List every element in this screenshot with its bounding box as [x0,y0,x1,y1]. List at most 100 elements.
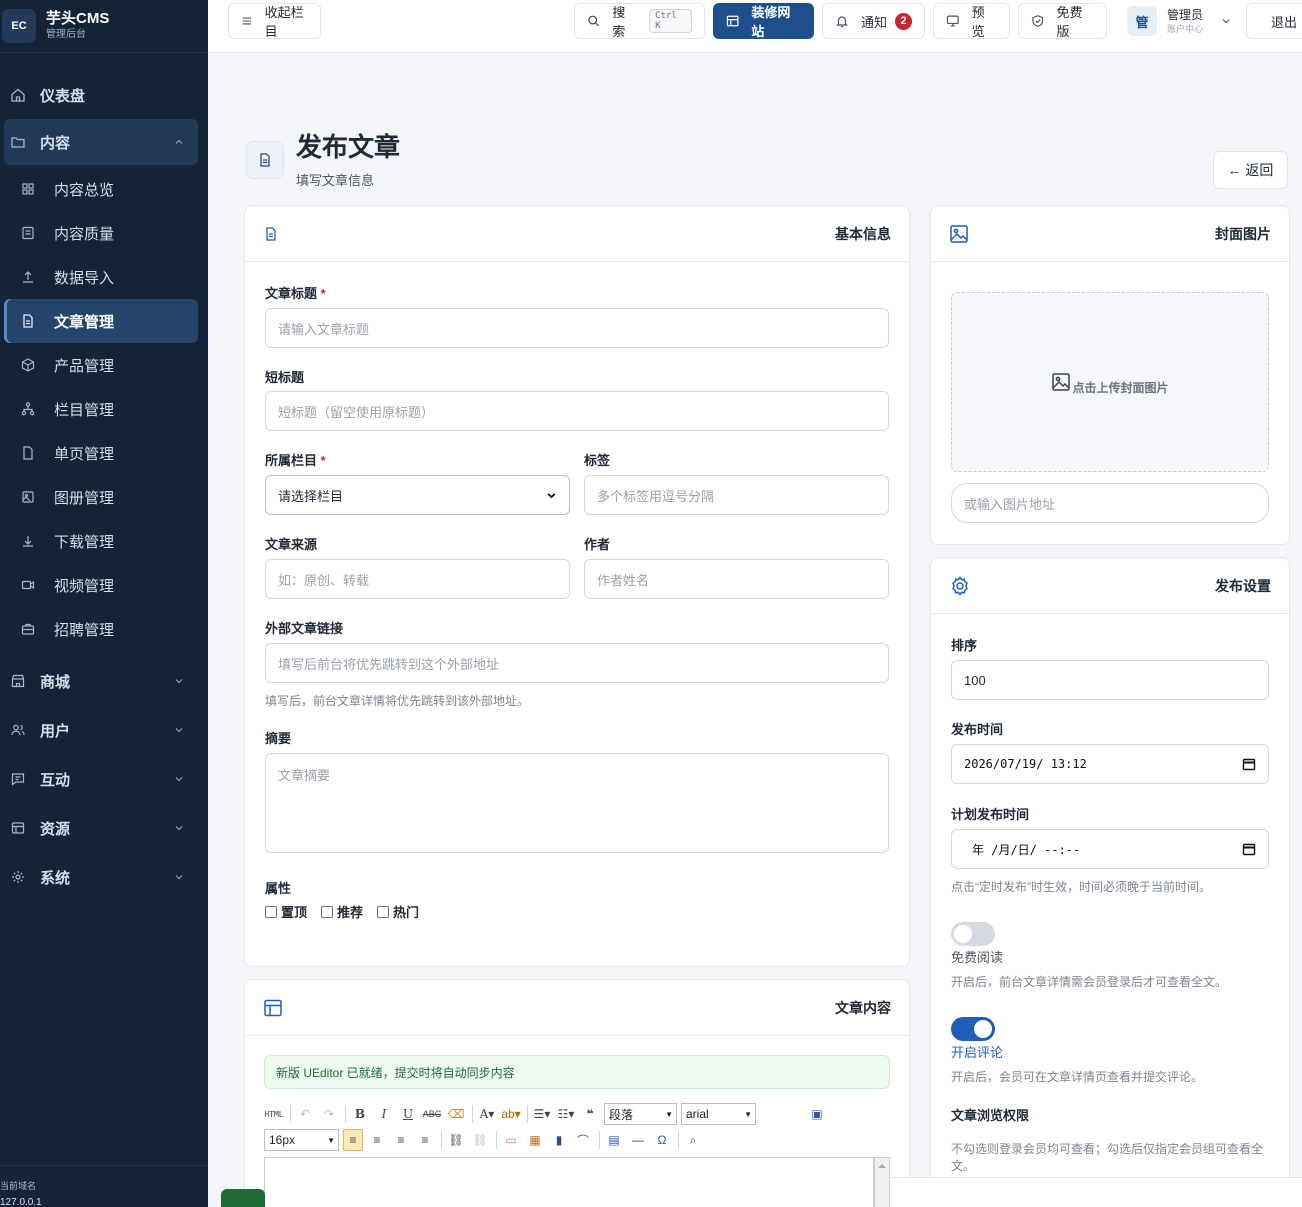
author-input[interactable]: 作者姓名 [584,559,889,599]
font-family-select[interactable]: arial ▼ [681,1103,756,1125]
attr-top-label: 置顶 [281,905,308,920]
notifications-button[interactable]: 通知 2 [822,3,925,39]
paragraph-format-select[interactable]: 段落 ▼ [604,1103,677,1125]
image-icon[interactable]: ▭ [501,1129,521,1151]
back-button[interactable]: ← 返回 [1213,151,1288,189]
horizontal-rule-icon[interactable]: — [628,1129,648,1151]
align-left-icon[interactable]: ≡ [343,1129,363,1151]
shield-icon [1032,15,1044,27]
sidebar-group-content[interactable]: 内容 [4,119,198,165]
sidebar-item-articles[interactable]: 文章管理 [4,299,198,343]
collapse-sidebar-button[interactable]: 收起栏目 [228,3,321,39]
short-title-input[interactable]: 短标题（留空使用原标题） [265,391,889,431]
external-link-input[interactable]: 填写后前台将优先跳转到这个外部地址 [265,643,889,683]
document-icon [266,226,276,241]
cover-url-input[interactable]: 或输入图片地址 [951,483,1269,523]
logout-button[interactable]: 退出 [1246,3,1302,39]
free-read-toggle[interactable] [951,922,995,946]
page-header-icon [246,141,284,179]
decorate-site-button[interactable]: 装修网站 [713,3,814,39]
summary-textarea[interactable]: 文章摘要 [265,753,889,853]
album-icon [22,491,34,503]
sidebar-item-videos[interactable]: 视频管理 [4,563,198,607]
sidebar-item-jobs[interactable]: 招聘管理 [4,607,198,651]
edition-label: 免费版 [1056,5,1083,39]
document-icon [260,153,270,167]
font-color-icon[interactable]: A▾ [477,1103,497,1125]
chevron-down-icon [547,492,556,498]
edition-button[interactable]: 免费版 [1018,3,1107,39]
special-char-icon[interactable]: Ω [652,1129,672,1151]
attachment-icon[interactable]: ⌒ [573,1129,593,1151]
publish-time-label: 发布时间 [951,722,1004,737]
attr-hot-checkbox[interactable]: 热门 [377,902,419,921]
sidebar-item-label: 招聘管理 [54,621,115,639]
submit-button-partial[interactable] [221,1189,265,1207]
cover-upload-area[interactable]: 点击上传封面图片 [951,292,1269,472]
table-icon[interactable]: ▤ [604,1129,624,1151]
undo-icon[interactable]: ↶ [295,1103,315,1125]
checkbox-box [377,905,390,918]
fullscreen-icon[interactable]: ▣ [807,1103,827,1125]
unordered-list-icon[interactable]: ☷▾ [556,1103,576,1125]
strikethrough-icon[interactable]: ABC [422,1103,442,1125]
eraser-icon[interactable]: ⌫ [446,1103,466,1125]
page-title: 发布文章 [296,132,401,162]
sidebar-item-downloads[interactable]: 下载管理 [4,519,198,563]
sidebar-item-dashboard[interactable]: 仪表盘 [4,73,198,117]
article-content-header: 文章内容 [245,980,909,1036]
italic-icon[interactable]: I [374,1103,394,1125]
brand[interactable]: EC 芋头CMS 管理后台 [0,0,208,53]
font-size-select[interactable]: 16px ▼ [264,1129,339,1151]
sidebar-item-pages[interactable]: 单页管理 [4,431,198,475]
attr-top-checkbox[interactable]: 置顶 [265,902,307,921]
sidebar-item-content-quality[interactable]: 内容质量 [4,211,198,255]
tags-input[interactable]: 多个标签用逗号分隔 [584,475,889,515]
sidebar-group-resources[interactable]: 资源 [4,806,198,850]
toolbar-separator [678,1131,679,1149]
sidebar-item-content-overview[interactable]: 内容总览 [4,167,198,211]
multi-image-icon[interactable]: ▦ [525,1129,545,1151]
align-justify-icon[interactable]: ≡ [415,1129,435,1151]
ordered-list-icon[interactable]: ☰▾ [532,1103,552,1125]
sidebar-group-interaction[interactable]: 互动 [4,757,198,801]
source-input[interactable]: 如：原创、转载 [265,559,570,599]
scheduled-time-input[interactable]: 年 /月/日/ --:-- [951,829,1269,869]
video-icon [21,580,35,590]
html-source-button[interactable]: HTML [264,1103,284,1125]
sidebar-item-products[interactable]: 产品管理 [4,343,198,387]
sidebar-group-system[interactable]: 系统 [4,855,198,899]
video-icon[interactable]: ▮ [549,1129,569,1151]
layout-icon [11,822,25,834]
redo-icon[interactable]: ↷ [319,1103,339,1125]
sidebar-item-albums[interactable]: 图册管理 [4,475,198,519]
title-input[interactable]: 请输入文章标题 [265,308,889,348]
bold-icon[interactable]: B [350,1103,370,1125]
attr-recommend-checkbox[interactable]: 推荐 [321,902,363,921]
sort-input[interactable]: 100 [951,660,1269,700]
sidebar-item-data-import[interactable]: 数据导入 [4,255,198,299]
align-right-icon[interactable]: ≡ [391,1129,411,1151]
editor-body[interactable] [264,1157,874,1207]
link-icon[interactable]: ⛓ [446,1129,466,1151]
user-menu[interactable]: 管 管理员 账户中心 [1127,3,1231,39]
blockquote-icon[interactable]: ❝ [580,1103,600,1125]
sidebar-item-label: 资源 [40,820,71,838]
editor-scrollbar[interactable] [874,1157,890,1207]
underline-icon[interactable]: U [398,1103,418,1125]
article-content-card: 文章内容 新版 UEditor 已就绪，提交时将自动同步内容 HTML ↶ ↷ … [244,979,910,1207]
align-center-icon[interactable]: ≡ [367,1129,387,1151]
preview-button[interactable]: 预览 [933,3,1010,39]
unlink-icon[interactable]: ⛓ [470,1129,490,1151]
chevron-down-icon [175,777,183,782]
search-replace-icon[interactable]: ⌕ [683,1129,703,1151]
publish-time-input[interactable]: 2026/07/19/ 13:12 [951,744,1269,784]
search-button[interactable]: 搜索 Ctrl K [574,3,705,39]
sidebar-item-columns[interactable]: 栏目管理 [4,387,198,431]
sidebar-group-users[interactable]: 用户 [4,708,198,752]
sidebar-nav: 仪表盘 内容 内容总览 内容质量 数据导入 文章管理 产品管理 栏目管理 单页管… [0,53,208,899]
sidebar-group-mall[interactable]: 商城 [4,659,198,703]
comment-toggle[interactable] [951,1017,995,1041]
column-select[interactable]: 请选择栏目 [265,475,570,515]
highlight-icon[interactable]: ab▾ [501,1103,521,1125]
